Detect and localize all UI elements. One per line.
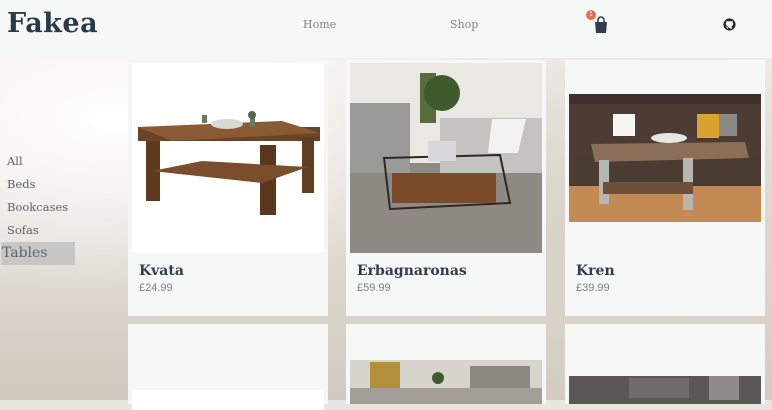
category-all[interactable]: All	[0, 150, 90, 173]
product-card-row2-1[interactable]	[128, 324, 328, 410]
brand-logo[interactable]: Fakea	[7, 8, 98, 39]
product-image-kvata[interactable]	[132, 63, 324, 253]
product-card-row2-3[interactable]	[565, 324, 765, 404]
product-name[interactable]: Kren	[576, 263, 615, 279]
category-sofas[interactable]: Sofas	[0, 219, 90, 242]
product-image-kren[interactable]	[569, 94, 761, 222]
cart-count-badge: 1	[586, 10, 596, 20]
product-price: £39.99	[576, 282, 610, 294]
product-name[interactable]: Kvata	[139, 263, 184, 279]
category-beds[interactable]: Beds	[0, 173, 90, 196]
category-bookcases[interactable]: Bookcases	[0, 196, 90, 219]
product-card-kren[interactable]: Kren £39.99	[565, 60, 765, 316]
product-price: £59.99	[357, 282, 391, 294]
product-card-erbagnaronas[interactable]: Erbagnaronas £59.99	[346, 60, 546, 316]
product-card-kvata[interactable]: Kvata £24.99	[128, 60, 328, 316]
product-image[interactable]	[132, 390, 324, 410]
product-image-erbagnaronas[interactable]	[350, 63, 542, 253]
product-card-row2-2[interactable]	[346, 324, 546, 404]
nav-home-link[interactable]: Home	[303, 18, 336, 31]
category-sidebar: All Beds Bookcases Sofas Tables	[0, 150, 90, 265]
nav-shop-link[interactable]: Shop	[450, 18, 478, 31]
shopping-bag-icon[interactable]	[593, 16, 609, 34]
product-image[interactable]	[350, 360, 542, 404]
category-tables[interactable]: Tables	[1, 242, 75, 265]
product-price: £24.99	[139, 282, 173, 294]
product-name[interactable]: Erbagnaronas	[357, 263, 467, 279]
top-navbar: Fakea Home Shop 1	[0, 0, 772, 58]
github-icon[interactable]	[723, 18, 736, 31]
